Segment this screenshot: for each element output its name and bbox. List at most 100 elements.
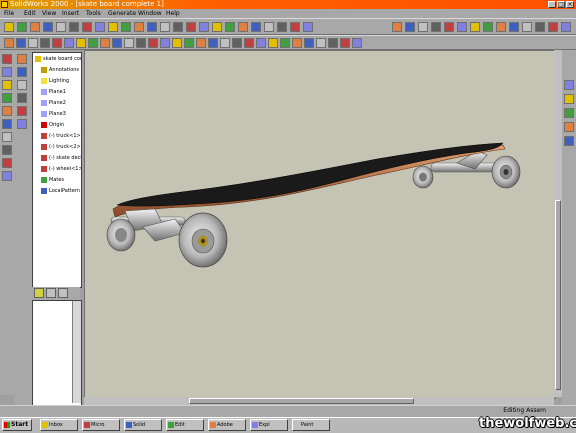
- toolbar-icon[interactable]: [100, 38, 110, 48]
- toolbar-icon[interactable]: [535, 22, 545, 32]
- tab-configuration-manager[interactable]: [58, 288, 68, 298]
- app-icon[interactable]: [1, 1, 8, 8]
- tree-node[interactable]: Annotations: [41, 66, 79, 75]
- toolbar-icon[interactable]: [457, 22, 467, 32]
- tab-property-manager[interactable]: [46, 288, 56, 298]
- toolbar-icon[interactable]: [184, 38, 194, 48]
- toolbar-icon[interactable]: [352, 38, 362, 48]
- maximize-button[interactable]: □: [557, 1, 565, 8]
- toolbar-icon[interactable]: [160, 38, 170, 48]
- toolbar-icon[interactable]: [2, 54, 12, 64]
- toolbar-icon[interactable]: [509, 22, 519, 32]
- tree-node[interactable]: LocalPattern: [41, 187, 80, 196]
- toolbar-icon[interactable]: [522, 22, 532, 32]
- toolbar-icon[interactable]: [212, 22, 222, 32]
- viewport-vertical-scrollbar[interactable]: [554, 50, 562, 397]
- toolbar-icon[interactable]: [2, 171, 12, 181]
- toolbar-icon[interactable]: [564, 94, 574, 104]
- menu-tools[interactable]: Tools: [86, 9, 101, 18]
- toolbar-icon[interactable]: [52, 38, 62, 48]
- toolbar-icon[interactable]: [136, 38, 146, 48]
- minimize-button[interactable]: _: [548, 1, 556, 8]
- toolbar-icon[interactable]: [95, 22, 105, 32]
- toolbar-icon[interactable]: [43, 22, 53, 32]
- taskbar-item[interactable]: Edit: [166, 419, 204, 431]
- toolbar-icon[interactable]: [290, 22, 300, 32]
- menu-window[interactable]: Window: [138, 9, 162, 18]
- toolbar-icon[interactable]: [17, 80, 27, 90]
- toolbar-icon[interactable]: [56, 22, 66, 32]
- toolbar-icon[interactable]: [232, 38, 242, 48]
- toolbar-icon[interactable]: [17, 106, 27, 116]
- toolbar-icon[interactable]: [64, 38, 74, 48]
- toolbar-icon[interactable]: [2, 132, 12, 142]
- menu-help[interactable]: Help: [166, 9, 180, 18]
- start-button[interactable]: Start: [2, 419, 32, 431]
- menu-file[interactable]: File: [4, 9, 14, 18]
- toolbar-icon[interactable]: [405, 22, 415, 32]
- taskbar-item[interactable]: Solid: [124, 419, 162, 431]
- toolbar-icon[interactable]: [564, 80, 574, 90]
- toolbar-icon[interactable]: [340, 38, 350, 48]
- toolbar-icon[interactable]: [564, 122, 574, 132]
- tab-feature-manager[interactable]: [34, 288, 44, 298]
- toolbar-icon[interactable]: [483, 22, 493, 32]
- menu-view[interactable]: View: [42, 9, 56, 18]
- toolbar-icon[interactable]: [220, 38, 230, 48]
- toolbar-icon[interactable]: [2, 119, 12, 129]
- toolbar-icon[interactable]: [186, 22, 196, 32]
- toolbar-icon[interactable]: [304, 38, 314, 48]
- toolbar-icon[interactable]: [251, 22, 261, 32]
- toolbar-icon[interactable]: [4, 38, 14, 48]
- toolbar-icon[interactable]: [225, 22, 235, 32]
- taskbar-item[interactable]: Adobe: [208, 419, 246, 431]
- toolbar-icon[interactable]: [88, 38, 98, 48]
- tree-node[interactable]: Mates: [41, 176, 64, 185]
- toolbar-icon[interactable]: [28, 38, 38, 48]
- toolbar-icon[interactable]: [172, 38, 182, 48]
- toolbar-icon[interactable]: [134, 22, 144, 32]
- graphics-viewport[interactable]: [84, 50, 556, 399]
- toolbar-icon[interactable]: [238, 22, 248, 32]
- toolbar-icon[interactable]: [40, 38, 50, 48]
- toolbar-icon[interactable]: [418, 22, 428, 32]
- toolbar-icon[interactable]: [124, 38, 134, 48]
- close-button[interactable]: ×: [566, 1, 574, 8]
- toolbar-icon[interactable]: [82, 22, 92, 32]
- taskbar-item[interactable]: Inbox: [40, 419, 78, 431]
- toolbar-icon[interactable]: [2, 158, 12, 168]
- toolbar-icon[interactable]: [256, 38, 266, 48]
- toolbar-icon[interactable]: [108, 22, 118, 32]
- toolbar-icon[interactable]: [17, 67, 27, 77]
- toolbar-icon[interactable]: [268, 38, 278, 48]
- toolbar-icon[interactable]: [2, 106, 12, 116]
- taskbar-item[interactable]: Expl: [250, 419, 288, 431]
- toolbar-icon[interactable]: [121, 22, 131, 32]
- toolbar-icon[interactable]: [2, 93, 12, 103]
- menu-generate[interactable]: Generate: [108, 9, 136, 18]
- toolbar-icon[interactable]: [280, 38, 290, 48]
- toolbar-icon[interactable]: [148, 38, 158, 48]
- toolbar-icon[interactable]: [17, 22, 27, 32]
- tree-node[interactable]: Plane1: [41, 88, 66, 97]
- toolbar-icon[interactable]: [392, 22, 402, 32]
- toolbar-icon[interactable]: [112, 38, 122, 48]
- tree-node[interactable]: (-) truck<1>: [41, 132, 81, 141]
- toolbar-icon[interactable]: [147, 22, 157, 32]
- toolbar-icon[interactable]: [444, 22, 454, 32]
- toolbar-icon[interactable]: [2, 67, 12, 77]
- tree-node[interactable]: skate board complete: [35, 55, 81, 64]
- toolbar-icon[interactable]: [69, 22, 79, 32]
- toolbar-icon[interactable]: [160, 22, 170, 32]
- toolbar-icon[interactable]: [196, 38, 206, 48]
- toolbar-icon[interactable]: [561, 22, 571, 32]
- toolbar-icon[interactable]: [470, 22, 480, 32]
- toolbar-icon[interactable]: [76, 38, 86, 48]
- taskbar-item[interactable]: Paint: [292, 419, 330, 431]
- toolbar-icon[interactable]: [496, 22, 506, 32]
- toolbar-icon[interactable]: [303, 22, 313, 32]
- toolbar-icon[interactable]: [30, 22, 40, 32]
- toolbar-icon[interactable]: [316, 38, 326, 48]
- viewport-horizontal-scrollbar[interactable]: [84, 397, 554, 405]
- property-scrollbar[interactable]: [72, 301, 81, 403]
